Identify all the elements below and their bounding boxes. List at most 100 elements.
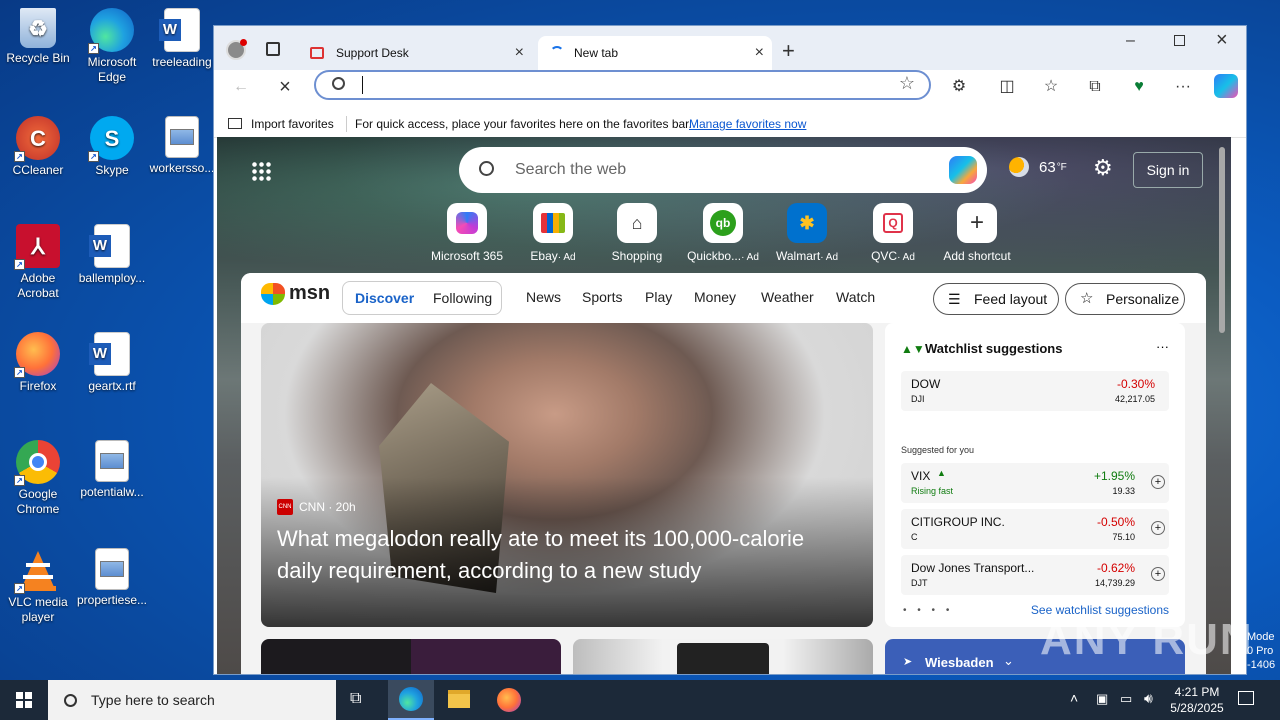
- tab-actions-icon[interactable]: [266, 42, 280, 56]
- notifications-icon[interactable]: [1238, 691, 1254, 705]
- hero-article[interactable]: CNN CNN · 20h What megalodon really ate …: [261, 323, 873, 627]
- split-screen-icon[interactable]: ◫: [996, 76, 1018, 98]
- desktop-icon-workersso[interactable]: workersso...: [144, 116, 220, 176]
- chevron-down-icon[interactable]: ⌄: [1003, 653, 1014, 669]
- quick-link-label: Shopping: [611, 249, 663, 263]
- close-tab-icon[interactable]: ×: [755, 44, 764, 62]
- quick-link-microsoft-365[interactable]: Microsoft 365: [427, 203, 507, 263]
- address-input[interactable]: [362, 76, 762, 94]
- taskbar-search[interactable]: Type here to search: [48, 680, 336, 720]
- volume-icon[interactable]: 🔊︎: [1144, 690, 1153, 707]
- feed-layout-button[interactable]: ☰ Feed layout: [933, 283, 1059, 315]
- add-to-watchlist-icon[interactable]: +: [1151, 521, 1165, 535]
- import-favorites-icon[interactable]: [228, 118, 242, 129]
- favorites-icon[interactable]: ☆: [1040, 76, 1062, 98]
- add-to-watchlist-icon[interactable]: +: [1151, 475, 1165, 489]
- taskbar-firefox-icon[interactable]: [497, 688, 521, 712]
- stock-vix[interactable]: VIX ▲ Rising fast +1.95% 19.33 +: [901, 463, 1169, 503]
- hero-headline[interactable]: What megalodon really ate to meet its 10…: [277, 523, 847, 587]
- stock-dow[interactable]: DOW DJI -0.30% 42,217.05: [901, 371, 1169, 411]
- desktop-icon-firefox[interactable]: ↗ Firefox: [0, 332, 76, 394]
- weather-widget[interactable]: 63 °F: [1009, 157, 1067, 177]
- more-options-icon[interactable]: ···: [1172, 76, 1194, 98]
- stock-djt[interactable]: Dow Jones Transport... DJT -0.62% 14,739…: [901, 555, 1169, 595]
- stock-citigroup[interactable]: CITIGROUP INC. C -0.50% 75.10 +: [901, 509, 1169, 549]
- taskbar-edge-icon[interactable]: [388, 680, 434, 720]
- profile-avatar-icon[interactable]: [226, 39, 247, 60]
- quick-link-quickbooks[interactable]: qb Quickbo...· Ad: [683, 203, 763, 263]
- web-search-box[interactable]: Search the web: [459, 147, 987, 193]
- nav-news[interactable]: News: [526, 289, 561, 305]
- close-tab-icon[interactable]: ×: [515, 44, 524, 62]
- clock[interactable]: 4:21 PM 5/28/2025: [1168, 684, 1226, 716]
- desktop-icon-treeleading[interactable]: W treeleading: [144, 8, 220, 70]
- desktop-icon-geartx[interactable]: W geartx.rtf: [74, 332, 150, 394]
- clock-time: 4:21 PM: [1174, 685, 1220, 699]
- new-tab-button[interactable]: +: [782, 38, 795, 64]
- quick-link-label: Quickbo...: [687, 249, 742, 263]
- tray-device-icon[interactable]: ▣: [1096, 691, 1108, 707]
- desktop-icon-ballemploy[interactable]: W ballemploy...: [74, 224, 150, 286]
- quick-link-walmart[interactable]: ✱ Walmart· Ad: [767, 203, 847, 263]
- nav-weather[interactable]: Weather: [761, 289, 814, 305]
- favorite-star-icon[interactable]: ☆: [899, 73, 915, 94]
- quick-link-shopping[interactable]: ⌂ Shopping: [597, 203, 677, 263]
- import-favorites-link[interactable]: Import favorites: [251, 117, 334, 131]
- copilot-icon[interactable]: [949, 156, 977, 184]
- close-window-button[interactable]: ×: [1216, 29, 1228, 52]
- nav-watch[interactable]: Watch: [836, 289, 875, 305]
- carousel-dots[interactable]: • • • •: [903, 605, 953, 616]
- personalize-button[interactable]: ☆ Personalize: [1065, 283, 1185, 315]
- desktop-icon-skype[interactable]: S ↗ Skype: [74, 116, 150, 178]
- desktop-icon-label: CCleaner: [12, 163, 64, 177]
- more-options-icon[interactable]: ···: [1156, 339, 1169, 354]
- manage-favorites-link[interactable]: Manage favorites now: [689, 117, 806, 131]
- tab-following[interactable]: Following: [433, 290, 492, 306]
- quick-link-ebay[interactable]: Ebay· Ad: [513, 203, 593, 263]
- desktop-icon-adobe-acrobat[interactable]: ⅄ ↗ Adobe Acrobat: [0, 224, 76, 301]
- desktop-icon-recycle-bin[interactable]: ♻ Recycle Bin: [0, 8, 76, 66]
- nav-sports[interactable]: Sports: [582, 289, 622, 305]
- extensions-icon[interactable]: ⚙: [948, 76, 970, 98]
- desktop-icon-label: Firefox: [19, 379, 57, 393]
- minimize-button[interactable]: –: [1126, 32, 1135, 50]
- ad-label: · Ad: [820, 252, 839, 263]
- quick-link-qvc[interactable]: Q QVC· Ad: [853, 203, 933, 263]
- collections-icon[interactable]: ⧉: [1084, 76, 1106, 98]
- desktop-icon-label: Microsoft Edge: [87, 55, 137, 84]
- msn-logo[interactable]: msn: [261, 282, 330, 305]
- desktop-icon-potentialw[interactable]: potentialw...: [74, 440, 150, 500]
- copilot-icon[interactable]: [1214, 74, 1238, 98]
- task-view-icon[interactable]: ⧉: [350, 690, 370, 710]
- maximize-button[interactable]: [1174, 35, 1185, 46]
- apps-launcher-icon[interactable]: [251, 161, 271, 181]
- nav-play[interactable]: Play: [645, 289, 672, 305]
- back-arrow-icon[interactable]: ←: [230, 76, 252, 98]
- desktop-icon-vlc[interactable]: ↗ VLC media player: [0, 548, 76, 625]
- search-icon: [332, 77, 345, 90]
- desktop-icon-microsoft-edge[interactable]: ↗ Microsoft Edge: [74, 8, 150, 85]
- vertical-scrollbar[interactable]: [1219, 147, 1225, 333]
- show-hidden-icons[interactable]: ˄: [1070, 690, 1078, 706]
- network-icon[interactable]: ▭: [1120, 691, 1132, 707]
- taskbar-file-explorer-icon[interactable]: [448, 690, 470, 708]
- tab-discover[interactable]: Discover: [355, 290, 414, 306]
- stop-loading-icon[interactable]: ×: [274, 76, 296, 98]
- add-to-watchlist-icon[interactable]: +: [1151, 567, 1165, 581]
- news-card-thumbnail[interactable]: [573, 639, 873, 674]
- sign-in-button[interactable]: Sign in: [1133, 152, 1203, 188]
- nav-money[interactable]: Money: [694, 289, 736, 305]
- news-card-thumbnail[interactable]: [261, 639, 561, 674]
- desktop-icon-google-chrome[interactable]: ↗ Google Chrome: [0, 440, 76, 517]
- start-button[interactable]: [0, 680, 48, 720]
- tab-support-desk[interactable]: Support Desk ×: [298, 36, 532, 70]
- settings-gear-icon[interactable]: ⚙: [1093, 155, 1113, 181]
- add-shortcut-button[interactable]: + Add shortcut: [937, 203, 1017, 263]
- article-time: · 20h: [328, 500, 356, 514]
- desktop-icon-propertiese[interactable]: propertiese...: [74, 548, 150, 608]
- desktop-icon-ccleaner[interactable]: C ↗ CCleaner: [0, 116, 76, 178]
- search-input[interactable]: Search the web: [515, 161, 626, 179]
- tab-new-tab[interactable]: New tab ×: [538, 36, 772, 70]
- address-bar[interactable]: ☆: [314, 70, 931, 100]
- browser-essentials-icon[interactable]: ♥: [1128, 76, 1150, 98]
